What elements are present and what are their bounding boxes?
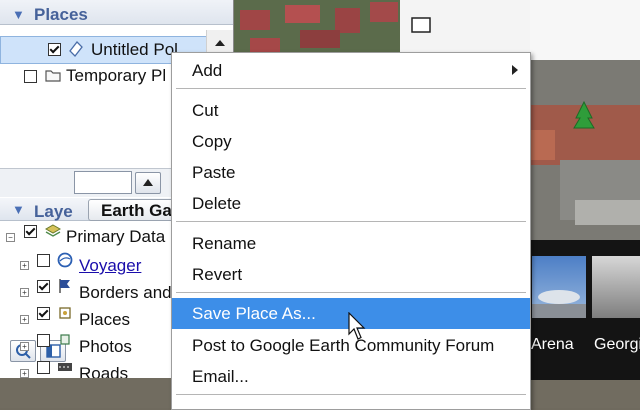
layers-icon bbox=[45, 224, 61, 237]
layers-item-label: Places bbox=[79, 310, 131, 329]
layers-header-title: Laye bbox=[34, 202, 73, 221]
menu-item-revert[interactable]: Revert bbox=[172, 259, 530, 290]
flag-icon bbox=[59, 279, 70, 293]
move-up-button[interactable] bbox=[135, 172, 161, 194]
photo-icon bbox=[60, 334, 70, 345]
places-item-checkbox[interactable] bbox=[48, 43, 61, 56]
up-arrow-icon bbox=[143, 179, 153, 186]
layers-item-checkbox[interactable] bbox=[37, 334, 50, 347]
layers-item-checkbox[interactable] bbox=[24, 225, 37, 238]
menu-item-label: Email... bbox=[192, 367, 249, 386]
places-item-label: Untitled Pol bbox=[91, 40, 178, 59]
menu-item-copy[interactable]: Copy bbox=[172, 126, 530, 157]
menu-separator bbox=[176, 88, 526, 89]
menu-separator bbox=[176, 394, 526, 395]
layers-item-checkbox[interactable] bbox=[37, 280, 50, 293]
submenu-arrow-icon bbox=[512, 65, 518, 75]
expand-icon[interactable]: + bbox=[20, 261, 29, 270]
menu-item-paste[interactable]: Paste bbox=[172, 157, 530, 188]
places-item-checkbox[interactable] bbox=[24, 70, 37, 83]
expand-icon[interactable]: + bbox=[20, 315, 29, 324]
collapse-triangle-icon[interactable]: ▼ bbox=[12, 202, 25, 217]
scroll-up-arrow-icon[interactable] bbox=[215, 40, 225, 46]
expand-icon[interactable]: − bbox=[6, 233, 15, 242]
folder-icon bbox=[45, 70, 61, 82]
menu-item-email[interactable]: Email... bbox=[172, 361, 530, 392]
menu-item-label: Revert bbox=[192, 265, 243, 284]
menu-separator bbox=[176, 292, 526, 293]
menu-item-label: Cut bbox=[192, 101, 219, 120]
layers-item-checkbox[interactable] bbox=[37, 361, 50, 374]
places-icon bbox=[59, 307, 71, 319]
arena-thumbnail[interactable] bbox=[532, 256, 586, 318]
menu-separator bbox=[176, 221, 526, 222]
layers-item-label: Borders and bbox=[79, 283, 172, 302]
layers-tab-label: Earth Ga bbox=[101, 201, 172, 220]
layers-item-label[interactable]: Voyager bbox=[79, 256, 141, 276]
expand-icon[interactable]: + bbox=[20, 342, 29, 351]
menu-item-label: Paste bbox=[192, 163, 236, 182]
road-icon bbox=[58, 363, 72, 371]
layers-item-checkbox[interactable] bbox=[37, 254, 50, 267]
menu-item-add[interactable]: Add bbox=[172, 55, 530, 86]
menu-item-rename[interactable]: Rename bbox=[172, 228, 530, 259]
layers-item-label: Photos bbox=[79, 337, 132, 356]
menu-item-label: Save Place As... bbox=[192, 304, 316, 323]
menu-item-delete[interactable]: Delete bbox=[172, 188, 530, 219]
collapse-triangle-icon[interactable]: ▼ bbox=[12, 7, 25, 22]
places-header[interactable]: ▼ Places bbox=[0, 0, 233, 25]
places-header-title: Places bbox=[34, 5, 88, 24]
menu-item-cut[interactable]: Cut bbox=[172, 95, 530, 126]
places-item-label: Temporary Pl bbox=[66, 66, 167, 85]
polygon-icon bbox=[69, 41, 83, 57]
places-search-input[interactable] bbox=[74, 171, 132, 194]
menu-item-label: Delete bbox=[192, 194, 242, 213]
menu-item-label: Copy bbox=[192, 132, 232, 151]
restaurant-marker-icon bbox=[411, 17, 431, 33]
expand-icon[interactable]: + bbox=[20, 288, 29, 297]
context-menu: Add Cut Copy Paste Delete Rename Revert … bbox=[171, 52, 531, 410]
photo-thumbnail-strip: Arena Georgi bbox=[528, 240, 640, 380]
menu-item-label: Post to Google Earth Community Forum bbox=[192, 336, 495, 355]
georgia-thumbnail[interactable] bbox=[592, 256, 640, 318]
menu-item-label: Add bbox=[192, 61, 223, 80]
layers-item-label: Roads bbox=[79, 364, 129, 378]
layers-item-label: Primary Data bbox=[66, 227, 166, 246]
globe-icon bbox=[57, 252, 73, 268]
mouse-cursor-icon bbox=[348, 312, 366, 340]
expand-icon[interactable]: + bbox=[20, 369, 29, 378]
thumbnail-label-arena: Arena bbox=[531, 336, 574, 353]
menu-item-label: Rename bbox=[192, 234, 257, 253]
layers-item-checkbox[interactable] bbox=[37, 307, 50, 320]
thumbnail-label-georgia: Georgi bbox=[594, 336, 640, 353]
